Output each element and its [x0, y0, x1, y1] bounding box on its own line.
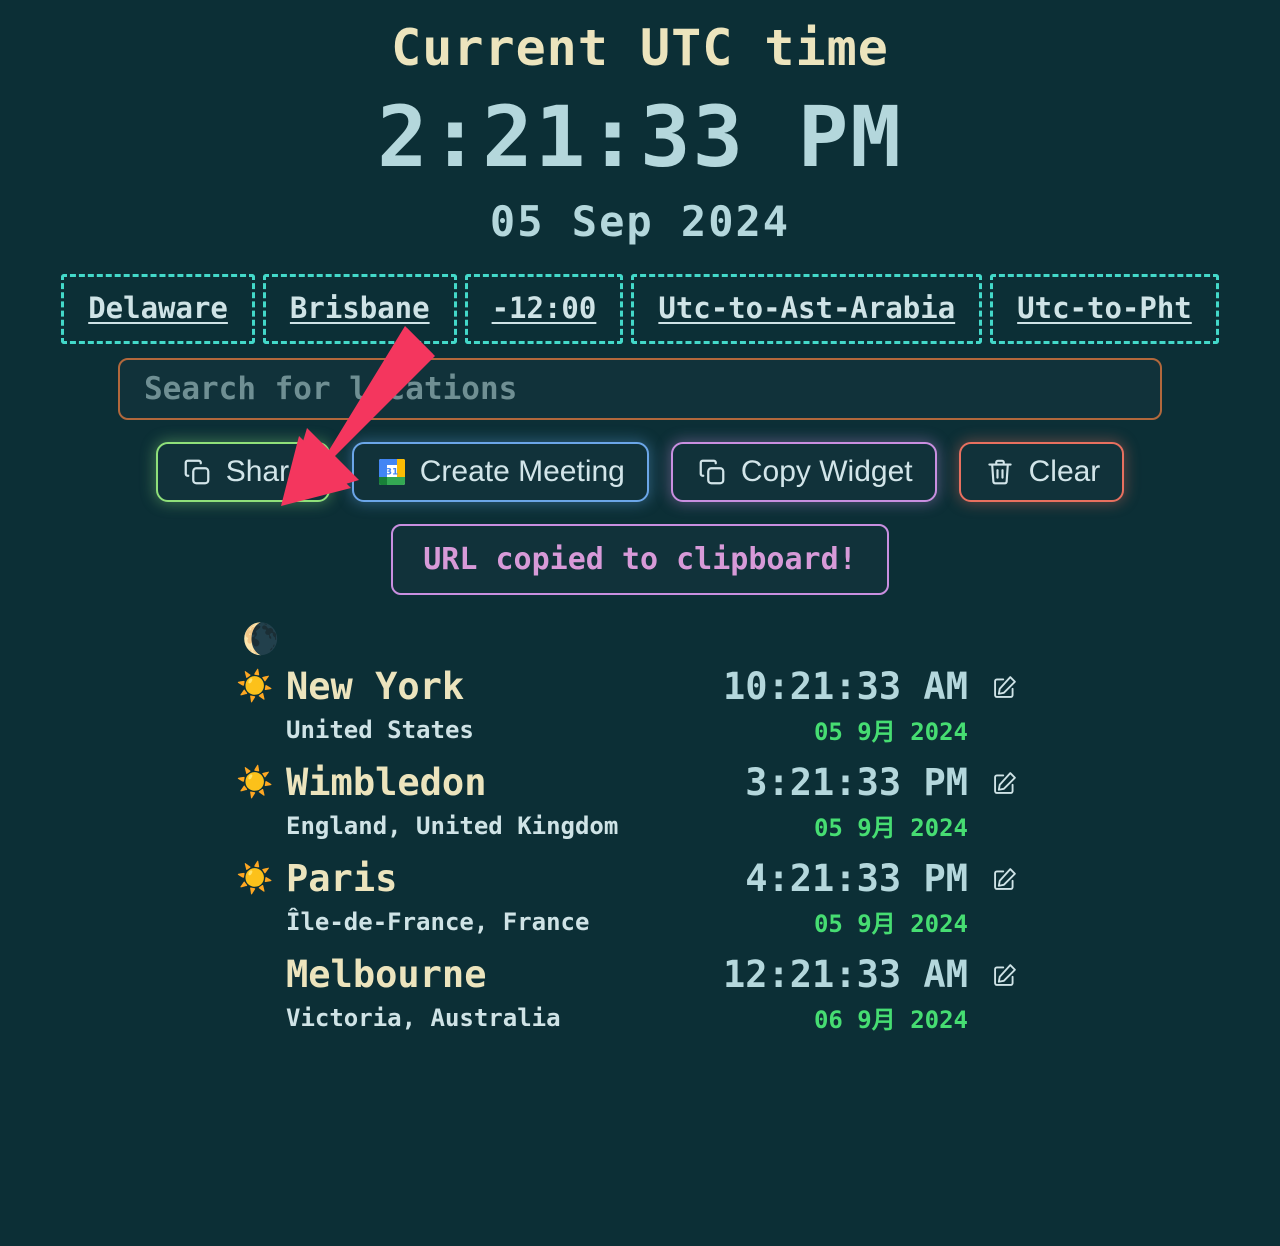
- edit-icon[interactable]: [990, 672, 1020, 702]
- copy-icon: [180, 455, 214, 489]
- chip-label: -12:00: [491, 291, 597, 326]
- city-region: United States: [286, 715, 474, 744]
- city-date: 05 9月 2024: [813, 718, 968, 747]
- chip-label: Utc-to-Pht: [1017, 291, 1192, 326]
- city-time: 10:21:33 AM: [722, 665, 968, 709]
- share-button[interactable]: Share: [155, 442, 330, 503]
- city-name: Paris: [286, 857, 398, 901]
- city-row-paris[interactable]: ☀️ Paris 4:21:33 PM Île-de-France, Franc…: [236, 857, 1020, 939]
- svg-text:31: 31: [385, 468, 398, 478]
- create-meeting-button[interactable]: 31 Create Meeting: [351, 442, 649, 503]
- moon-icon: 🌘: [242, 622, 280, 658]
- city-primary-line: ☀️ Wimbledon 3:21:33 PM: [236, 761, 1020, 804]
- saved-locations-chips: Delaware Brisbane -12:00 Utc-to-Ast-Arab…: [0, 274, 1280, 345]
- city-time: 3:21:33 PM: [745, 761, 968, 805]
- clear-button[interactable]: Clear: [958, 442, 1125, 503]
- chip-utc-offset[interactable]: -12:00: [464, 274, 624, 345]
- chip-label: Utc-to-Ast-Arabia: [658, 291, 956, 326]
- city-secondary-line: Victoria, Australia 06 9月 2024: [236, 1000, 1020, 1035]
- chip-brisbane[interactable]: Brisbane: [262, 274, 457, 345]
- city-name: Wimbledon: [286, 761, 487, 805]
- toast-container: URL copied to clipboard!: [0, 524, 1280, 596]
- chip-utc-to-ast-arabia[interactable]: Utc-to-Ast-Arabia: [631, 274, 983, 345]
- clear-button-label: Clear: [1028, 455, 1101, 489]
- city-row-wimbledon[interactable]: ☀️ Wimbledon 3:21:33 PM England, United …: [236, 761, 1020, 843]
- sun-icon: ☀️: [236, 860, 274, 896]
- chip-utc-to-pht[interactable]: Utc-to-Pht: [990, 274, 1219, 345]
- page-title: Current UTC time: [391, 19, 889, 77]
- sun-icon: ☀️: [236, 764, 274, 800]
- city-time: 12:21:33 AM: [722, 953, 968, 997]
- city-name: Melbourne: [286, 953, 487, 997]
- utc-clock-time: 2:21:33 PM: [377, 87, 903, 186]
- clipboard-toast: URL copied to clipboard!: [391, 524, 889, 596]
- city-list: 🌘 ☀️ New York 10:21:33 AM United States …: [0, 625, 1280, 1035]
- city-secondary-line: United States 05 9月 2024: [236, 712, 1020, 747]
- city-primary-line: ☀️ New York 10:21:33 AM: [236, 665, 1020, 708]
- city-region: Île-de-France, France: [286, 907, 590, 936]
- city-secondary-line: England, United Kingdom 05 9月 2024: [236, 808, 1020, 843]
- city-time: 4:21:33 PM: [745, 857, 968, 901]
- share-button-label: Share: [225, 455, 306, 489]
- city-row-melbourne[interactable]: Melbourne 12:21:33 AM Victoria, Australi…: [236, 953, 1020, 1035]
- city-secondary-line: Île-de-France, France 05 9月 2024: [236, 904, 1020, 939]
- edit-icon[interactable]: [990, 960, 1020, 990]
- chip-label: Delaware: [88, 291, 228, 326]
- edit-icon[interactable]: [990, 768, 1020, 798]
- city-region: England, United Kingdom: [286, 811, 619, 840]
- city-name: New York: [286, 665, 465, 709]
- city-row-new-york[interactable]: ☀️ New York 10:21:33 AM United States 05…: [236, 665, 1020, 747]
- search-input[interactable]: [118, 358, 1162, 421]
- city-date: 06 9月 2024: [813, 1006, 968, 1035]
- city-date: 05 9月 2024: [813, 910, 968, 939]
- create-meeting-button-label: Create Meeting: [419, 455, 625, 489]
- copy-icon: [695, 455, 729, 489]
- copy-widget-button-label: Copy Widget: [740, 455, 913, 489]
- search-container: [0, 358, 1280, 421]
- chip-label: Brisbane: [289, 291, 430, 326]
- action-buttons-row: Share 31 Create Meeting Copy Widget Clea…: [0, 442, 1280, 503]
- city-date: 05 9月 2024: [813, 814, 968, 843]
- copy-widget-button[interactable]: Copy Widget: [670, 442, 937, 503]
- city-primary-line: ☀️ Paris 4:21:33 PM: [236, 857, 1020, 900]
- city-region: Victoria, Australia: [286, 1003, 561, 1032]
- google-calendar-icon: 31: [376, 456, 408, 488]
- chip-delaware[interactable]: Delaware: [61, 274, 255, 345]
- sun-icon: ☀️: [236, 668, 274, 704]
- utc-clock-date: 05 Sep 2024: [489, 197, 791, 247]
- edit-icon[interactable]: [990, 864, 1020, 894]
- toast-message: URL copied to clipboard!: [423, 542, 857, 578]
- trash-icon: [983, 455, 1017, 489]
- city-primary-line: Melbourne 12:21:33 AM: [236, 953, 1020, 996]
